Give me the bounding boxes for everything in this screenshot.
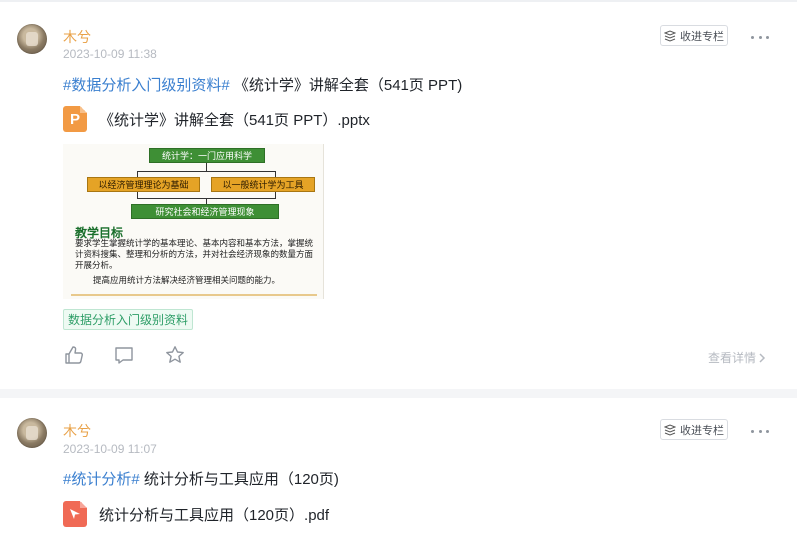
post-card: 木兮 2023-10-09 11:38 收进专栏 #数据分析入门级别资料# 《统… xyxy=(0,0,797,389)
like-icon[interactable] xyxy=(64,345,84,365)
avatar[interactable] xyxy=(17,24,47,54)
topic-tag[interactable]: 数据分析入门级别资料 xyxy=(63,309,194,330)
post-title: 统计分析与工具应用（120页) xyxy=(143,471,339,488)
author-name[interactable]: 木兮 xyxy=(63,27,91,47)
post-card: 木兮 2023-10-09 11:07 收进专栏 #统计分析# 统计分析与工具应… xyxy=(0,398,797,538)
post-content: #数据分析入门级别资料# 《统计学》讲解全套（541页 PPT) xyxy=(63,74,462,95)
pptx-file-icon: P xyxy=(63,106,87,132)
author-name[interactable]: 木兮 xyxy=(63,421,91,441)
post-content: #统计分析# 统计分析与工具应用（120页) xyxy=(63,468,339,489)
view-detail-label: 查看详情 xyxy=(708,351,757,365)
avatar[interactable] xyxy=(17,418,47,448)
comment-icon[interactable] xyxy=(114,345,134,365)
preview-bottom-box: 研究社会和经济管理现象 xyxy=(131,204,279,219)
preview-body-2: 提高应用统计方法解决经济管理相关问题的能力。 xyxy=(93,276,281,286)
star-icon[interactable] xyxy=(165,345,185,365)
hashtag-link[interactable]: #统计分析# xyxy=(63,471,140,488)
attachment-preview-image[interactable]: 统计学：一门应用科学 以经济管理理论为基础 以一般统计学为工具 研究社会和经济管… xyxy=(63,144,324,299)
hashtag-link[interactable]: #数据分析入门级别资料# xyxy=(63,77,230,94)
attachment-file[interactable]: P 《统计学》讲解全套（541页 PPT）.pptx xyxy=(63,106,370,132)
preview-left-box: 以经济管理理论为基础 xyxy=(87,177,200,192)
collect-to-column-button[interactable]: 收进专栏 xyxy=(660,419,728,440)
post-time: 2023-10-09 11:07 xyxy=(63,442,157,456)
view-detail-link[interactable]: 查看详情 xyxy=(708,349,766,366)
collect-label: 收进专栏 xyxy=(680,30,724,43)
preview-right-box: 以一般统计学为工具 xyxy=(211,177,315,192)
file-name: 统计分析与工具应用（120页）.pdf xyxy=(99,506,330,524)
more-icon[interactable] xyxy=(751,33,769,41)
more-icon[interactable] xyxy=(751,427,769,435)
collect-icon xyxy=(664,29,676,42)
preview-body: 要求学生掌握统计学的基本理论、基本内容和基本方法，掌握统计资料搜集、整理和分析的… xyxy=(75,239,314,271)
collect-label: 收进专栏 xyxy=(680,424,724,437)
pdf-file-icon xyxy=(63,501,87,527)
file-name: 《统计学》讲解全套（541页 PPT）.pptx xyxy=(99,111,370,129)
post-time: 2023-10-09 11:38 xyxy=(63,47,157,61)
collect-to-column-button[interactable]: 收进专栏 xyxy=(660,25,728,46)
attachment-file[interactable]: 统计分析与工具应用（120页）.pdf xyxy=(63,501,329,527)
collect-icon xyxy=(664,423,676,436)
post-title: 《统计学》讲解全套（541页 PPT) xyxy=(233,77,463,94)
preview-top-box: 统计学：一门应用科学 xyxy=(149,148,265,163)
chevron-right-icon xyxy=(759,352,766,363)
